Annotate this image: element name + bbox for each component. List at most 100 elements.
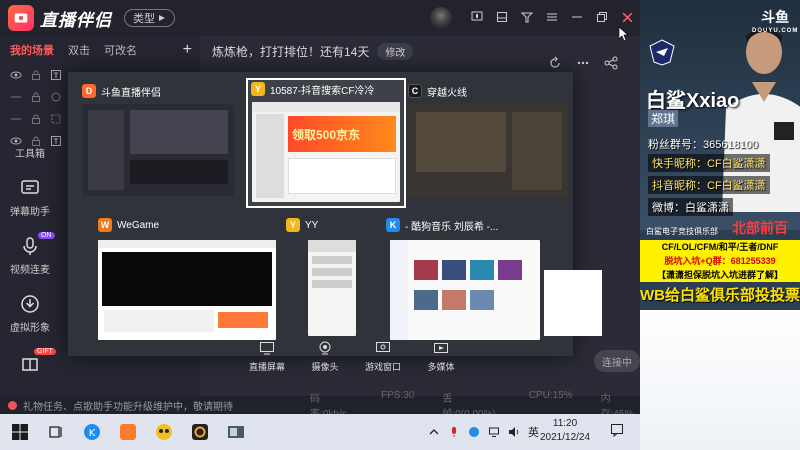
taskbar-douyu[interactable] — [116, 420, 140, 444]
join-group: 脱坑入坑+Q群：681255339 — [664, 256, 776, 266]
streamer-name: 白鲨Xxiao — [646, 90, 740, 112]
media-icon — [434, 343, 448, 353]
tool-label: 直播屏幕 — [248, 362, 285, 372]
tile-thumbnail: 领取500京东 — [252, 102, 400, 202]
screen: 直播伴侣 类型 我的场景 双击 可改名 + 工具箱 弹幕助手 ON 视频连麦 虚… — [0, 0, 800, 450]
warning-icon — [8, 400, 17, 410]
add-scene-button[interactable]: + — [183, 41, 192, 59]
text-source-icon — [51, 70, 61, 80]
type-selector[interactable]: 类型 — [124, 9, 175, 27]
kuaishou-name: 快手昵称：CF白鲨潇潇 — [648, 154, 770, 172]
volume-icon[interactable] — [508, 426, 520, 438]
screen-capture-button[interactable]: 直播屏幕 — [248, 340, 286, 373]
scene-tab-rename[interactable]: 可改名 — [104, 42, 137, 58]
douyin-name: 抖音昵称：CF白鲨潇潇 — [648, 176, 770, 194]
eye-icon[interactable] — [10, 69, 22, 81]
tile-title: 穿越火线 — [427, 87, 467, 99]
danmaku-button[interactable]: 弹幕助手 — [0, 178, 60, 218]
kugou-app-icon: K — [386, 218, 400, 232]
lock-icon[interactable] — [30, 91, 42, 103]
tool-label: 虚拟形象 — [10, 323, 50, 334]
notice-icon[interactable] — [470, 10, 484, 24]
taskbar-yy[interactable] — [152, 420, 176, 444]
tile-thumbnail — [390, 240, 540, 340]
gift-button[interactable]: GIFT — [0, 348, 60, 372]
video-link-button[interactable]: ON 视频连麦 — [0, 232, 60, 276]
tool-label: 工具箱 — [15, 149, 45, 160]
edit-notice-button[interactable]: 修改 — [377, 42, 414, 60]
tile-title: WeGame — [117, 219, 160, 231]
switcher-tile-cf[interactable]: C 穿越火线 — [408, 82, 568, 202]
promo-bottom — [640, 310, 800, 450]
tile-title: 10587-抖音搜索CF冷冷 — [270, 85, 375, 97]
media-button[interactable]: 多媒体 — [422, 340, 460, 373]
tile-side-thumb — [544, 270, 602, 336]
hidden-icon[interactable] — [10, 113, 22, 125]
taskbar-kugou[interactable]: K — [80, 420, 104, 444]
network-icon[interactable] — [488, 426, 500, 438]
switcher-tile-douyin[interactable]: Y 10587-抖音搜索CF冷冷 领取500京东 — [246, 78, 406, 208]
douyu-icon — [120, 424, 136, 440]
real-name: 郑琪 — [648, 110, 679, 127]
camera-button[interactable]: 摄像头 — [306, 340, 344, 373]
lock-icon[interactable] — [30, 113, 42, 125]
app-logo-icon — [8, 5, 34, 31]
scene-tab-mine[interactable]: 我的场景 — [10, 42, 54, 58]
tool-column: 工具箱 弹幕助手 ON 视频连麦 虚拟形象 GIFT — [0, 146, 60, 390]
hidden-icon[interactable] — [10, 91, 22, 103]
streamer-promo-panel: 斗鱼 DOUYU.COM 白鲨Xxiao 郑琪 粉丝群号：365618100 快… — [640, 0, 800, 450]
microphone-icon[interactable] — [448, 426, 460, 438]
user-avatar[interactable] — [430, 7, 452, 29]
tool-label: 视频连麦 — [10, 265, 50, 276]
avatar-button[interactable]: 虚拟形象 — [0, 294, 60, 334]
task-view-button[interactable] — [44, 420, 68, 444]
shark-club-logo — [649, 39, 675, 66]
clock[interactable]: 11:20 2021/12/24 — [540, 417, 590, 445]
wegame-icon — [192, 424, 208, 440]
douyu-logo-sub: DOUYU.COM — [752, 28, 799, 34]
game-window-button[interactable]: 游戏窗口 — [364, 340, 402, 373]
live-status-button[interactable]: 连接中 — [594, 350, 640, 372]
scene-tab-doubleclick[interactable]: 双击 — [68, 42, 90, 58]
notice-text: 炼炼枪，打打排位！还有14天 — [212, 44, 370, 59]
system-tray: 英 — [428, 424, 539, 440]
clock-time: 11:20 — [552, 418, 578, 429]
toolbox-button[interactable]: 工具箱 — [0, 140, 60, 160]
club-name: 白鲨电子竞技俱乐部 — [646, 227, 718, 236]
refresh-icon[interactable] — [548, 56, 562, 70]
minimize-icon[interactable] — [570, 10, 584, 24]
download-icon — [21, 295, 39, 313]
yy-app-icon: Y — [286, 218, 300, 232]
switcher-tile-wegame[interactable]: W WeGame — [98, 216, 276, 344]
taskbar-wegame[interactable] — [188, 420, 212, 444]
type-label: 类型 — [133, 13, 155, 25]
share-icon[interactable] — [604, 56, 618, 70]
taskbar-app[interactable] — [224, 420, 248, 444]
game-window-icon — [376, 342, 390, 352]
tile-thumbnail — [308, 240, 356, 336]
start-button[interactable] — [8, 420, 32, 444]
kugou-tray-icon[interactable] — [468, 426, 480, 438]
app-title: 直播伴侣 — [40, 10, 112, 30]
switcher-tile-douyu[interactable]: D 斗鱼直播伴侣 — [82, 82, 234, 202]
shirt-icon[interactable] — [520, 10, 534, 24]
switcher-tile-kugou[interactable]: K - 酷狗音乐 刘辰希 -... — [386, 216, 602, 344]
switcher-tile-yy[interactable]: Y YY — [286, 216, 372, 340]
task-view-icon — [49, 426, 62, 438]
mouse-cursor-icon — [619, 27, 629, 41]
restore-icon[interactable] — [595, 10, 609, 24]
gift-badge: GIFT — [34, 348, 56, 355]
region-rank: 北部前百 — [732, 220, 788, 236]
chevron-up-icon[interactable] — [428, 426, 440, 438]
close-icon[interactable] — [620, 10, 634, 24]
weibo-name: 微博：白鲨潇潇 — [648, 198, 733, 216]
tool-label: 游戏窗口 — [364, 362, 401, 372]
douyu-logo: 斗鱼 DOUYU.COM — [752, 10, 798, 38]
more-icon[interactable] — [576, 56, 590, 70]
lock-icon[interactable] — [30, 69, 42, 81]
app-logo: 直播伴侣 — [8, 5, 112, 31]
menu-icon[interactable] — [545, 10, 559, 24]
skin-icon[interactable] — [495, 10, 509, 24]
input-language[interactable]: 英 — [528, 424, 539, 440]
notification-icon[interactable] — [610, 423, 624, 437]
